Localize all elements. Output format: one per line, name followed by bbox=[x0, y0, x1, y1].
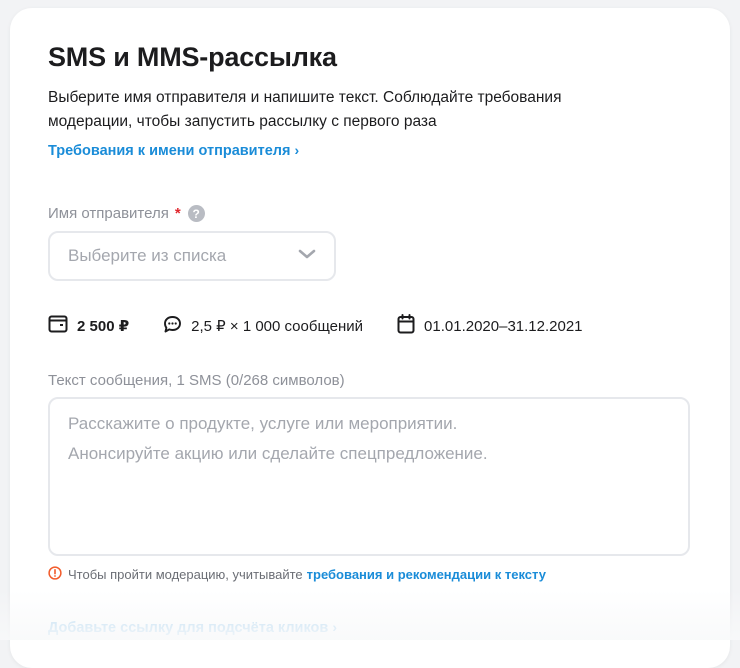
message-placeholder-line-2: Анонсируйте акцию или сделайте спецпредл… bbox=[68, 444, 488, 463]
period-value: 01.01.2020–31.12.2021 bbox=[424, 317, 583, 335]
sender-requirements-link-label: Требования к имени отправителя bbox=[48, 143, 291, 159]
chevron-right-icon: › bbox=[294, 142, 300, 158]
question-icon[interactable]: ? bbox=[187, 205, 205, 222]
sender-select[interactable]: Выберите из списка bbox=[48, 231, 336, 281]
chevron-down-icon bbox=[298, 247, 316, 265]
warning-icon bbox=[48, 566, 62, 583]
form-description: Выберите имя отправителя и напишите текс… bbox=[48, 89, 562, 130]
rate-value: 2,5 ₽ × 1 000 сообщений bbox=[191, 318, 364, 335]
sender-requirements-link[interactable]: Требования к имени отправителя › bbox=[48, 142, 299, 159]
sender-select-placeholder: Выберите из списка bbox=[68, 246, 227, 265]
moderation-hint: Чтобы пройти модерацию, учитывайте требо… bbox=[48, 566, 546, 583]
sender-label-text: Имя отправителя bbox=[48, 205, 169, 222]
moderation-requirements-link[interactable]: требования и рекомендации к тексту bbox=[307, 567, 546, 582]
budget-stat: 2 500 ₽ bbox=[48, 315, 129, 337]
chevron-right-icon: › bbox=[332, 619, 337, 635]
period-stat: 01.01.2020–31.12.2021 bbox=[397, 314, 583, 338]
mailing-card: SMS и MMS-рассылка Выберите имя отправит… bbox=[10, 8, 730, 668]
calendar-icon bbox=[397, 314, 424, 338]
message-field-label: Текст сообщения, 1 SMS (0/268 символов) bbox=[48, 372, 345, 389]
add-click-tracking-link[interactable]: Добавьте ссылку для подсчёта кликов › bbox=[48, 619, 337, 636]
rate-stat: 2,5 ₽ × 1 000 сообщений bbox=[163, 315, 363, 338]
chat-bubble-icon bbox=[163, 315, 191, 338]
message-textarea[interactable]: Расскажите о продукте, услуге или меропр… bbox=[48, 397, 690, 556]
message-placeholder-line-1: Расскажите о продукте, услуге или меропр… bbox=[68, 414, 458, 433]
page-title: SMS и MMS-рассылка bbox=[48, 42, 337, 72]
add-click-tracking-label: Добавьте ссылку для подсчёта кликов bbox=[48, 620, 329, 636]
wallet-icon bbox=[48, 315, 77, 337]
sender-field-label: Имя отправителя * ? bbox=[48, 205, 205, 222]
budget-value: 2 500 ₽ bbox=[77, 318, 130, 335]
campaign-stats: 2 500 ₽ 2,5 ₽ × 1 000 сообщений 01.01.20… bbox=[48, 314, 617, 338]
required-mark: * bbox=[174, 205, 181, 222]
moderation-hint-text: Чтобы пройти модерацию, учитывайте bbox=[68, 567, 303, 582]
